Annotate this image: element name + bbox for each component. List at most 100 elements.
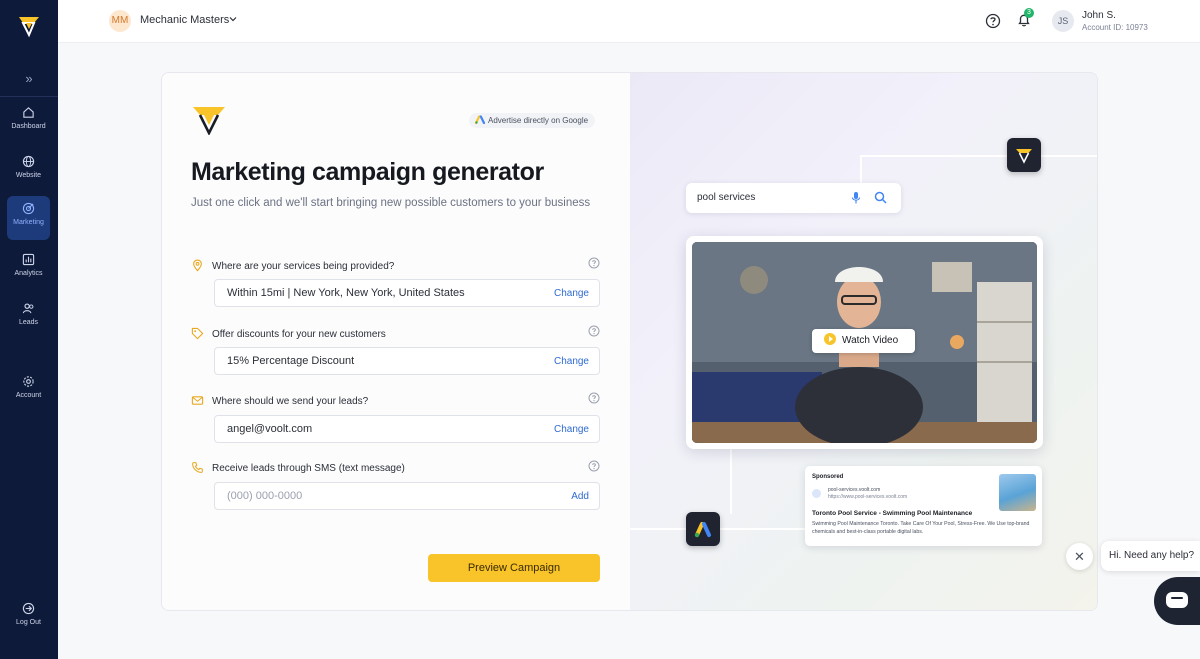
help-icon[interactable] [588,257,600,269]
decor-line [720,528,806,530]
org-avatar[interactable]: MM [109,10,131,32]
sidebar-item-label: Leads [18,319,39,326]
help-prompt[interactable]: Hi. Need any help? [1101,541,1200,571]
logout-label: Log Out [16,619,41,626]
sidebar-item-label: Website [15,172,42,179]
brand-logo-icon [193,107,225,135]
chat-launcher-button[interactable] [1154,577,1200,625]
preview-campaign-button[interactable]: Preview Campaign [428,554,600,582]
change-leads-email-button[interactable]: Change [554,424,589,435]
phone-icon [192,462,203,473]
decor-line [730,448,732,514]
add-phone-button[interactable]: Add [571,491,589,502]
brand-logo-icon [1016,149,1032,164]
help-icon[interactable] [588,392,600,404]
brand-tile [1007,138,1041,172]
location-pin-icon [193,259,202,272]
microphone-icon [851,192,861,204]
discount-label: Offer discounts for your new customers [191,327,386,340]
org-switcher[interactable]: Mechanic Masters [140,14,229,26]
expand-sidebar-icon[interactable]: » [22,72,36,86]
account-id: Account ID: 10973 [1082,23,1148,32]
sidebar: » Dashboard Website Marketing Analytics … [0,0,58,659]
mail-icon [191,396,204,405]
user-name[interactable]: John S. [1082,10,1116,21]
logout-icon [22,602,35,615]
ad-favicon-icon [812,489,821,498]
sms-phone-field[interactable]: (000) 000-0000 Add [214,482,600,510]
help-icon[interactable] [588,325,600,337]
sms-label: Receive leads through SMS (text message) [191,461,405,474]
service-area-field[interactable]: Within 15mi | New York, New York, United… [214,279,600,307]
marketing-icon [22,202,35,215]
logout-button[interactable]: Log Out [7,596,50,640]
sidebar-item-account[interactable]: Account [7,369,50,413]
campaign-generator-card: Advertise directly on Google Marketing c… [161,72,1098,611]
field-label-text: Receive leads through SMS (text message) [212,463,405,474]
leads-icon [22,303,34,314]
chat-icon [1166,592,1188,608]
page-subtitle: Just one click and we'll start bringing … [191,197,591,209]
sidebar-item-leads[interactable]: Leads [7,296,50,340]
change-discount-button[interactable]: Change [554,356,589,367]
campaign-form: Advertise directly on Google Marketing c… [162,73,630,610]
play-icon [824,333,836,345]
search-query: pool services [697,192,756,203]
search-bar: pool services [686,183,901,213]
help-icon[interactable] [985,13,1001,29]
decor-line [860,155,862,185]
service-area-value: Within 15mi | New York, New York, United… [227,287,465,299]
sidebar-item-label: Dashboard [11,123,46,130]
discount-field[interactable]: 15% Percentage Discount Change [214,347,600,375]
ad-description: Swimming Pool Maintenance Toronto. Take … [812,521,1030,535]
search-icon [874,191,887,204]
watch-video-button[interactable]: Watch Video [812,329,915,353]
ad-thumbnail-image [999,474,1036,511]
campaign-illustration: pool services Watch Video Sponsored pool… [630,73,1097,610]
watch-video-label: Watch Video [842,335,899,346]
google-ads-icon [475,115,485,124]
sms-phone-placeholder: (000) 000-0000 [227,490,303,502]
ad-url: https://www.pool-services.voolt.com [828,494,908,500]
google-ads-badge: Advertise directly on Google [469,113,596,128]
gear-icon [23,376,34,387]
sidebar-item-label: Analytics [14,270,43,277]
topbar: MM Mechanic Masters 3 JS John S. Account… [58,0,1200,43]
leads-email-field[interactable]: angel@voolt.com Change [214,415,600,443]
user-avatar[interactable]: JS [1052,10,1074,32]
brand-logo-icon[interactable] [17,14,41,38]
sidebar-divider [0,96,58,97]
sidebar-item-marketing[interactable]: Marketing [7,196,50,240]
analytics-icon [22,253,35,266]
leads-email-value: angel@voolt.com [227,423,313,435]
field-label-text: Offer discounts for your new customers [212,329,386,340]
ad-title: Toronto Pool Service - Swimming Pool Mai… [812,510,973,517]
sidebar-item-label: Account [15,392,42,399]
google-ads-tile [686,512,720,546]
field-label-text: Where should we send your leads? [212,396,369,407]
close-help-button[interactable]: ✕ [1066,543,1093,570]
home-icon [23,107,34,118]
sidebar-item-website[interactable]: Website [7,149,50,193]
service-area-label: Where are your services being provided? [191,259,394,272]
chevron-down-icon[interactable] [228,14,238,24]
google-ads-badge-label: Advertise directly on Google [488,116,589,125]
decor-line [630,528,690,530]
change-service-area-button[interactable]: Change [554,288,589,299]
decor-line [860,155,1097,157]
ad-domain: pool-services.voolt.com [828,487,881,493]
leads-email-label: Where should we send your leads? [191,394,368,407]
notification-badge: 3 [1024,8,1034,18]
sidebar-item-label: Marketing [13,219,44,226]
sidebar-item-analytics[interactable]: Analytics [7,247,50,291]
google-ads-icon [694,522,711,538]
ad-sponsored-label: Sponsored [812,474,844,480]
sidebar-item-dashboard[interactable]: Dashboard [7,100,50,144]
page-title: Marketing campaign generator [191,158,544,186]
discount-value: 15% Percentage Discount [227,355,355,367]
tag-icon [191,327,204,340]
search-ad-preview: Sponsored pool-services.voolt.com https:… [805,466,1042,546]
help-icon[interactable] [588,460,600,472]
field-label-text: Where are your services being provided? [212,261,395,272]
globe-icon [22,155,35,168]
